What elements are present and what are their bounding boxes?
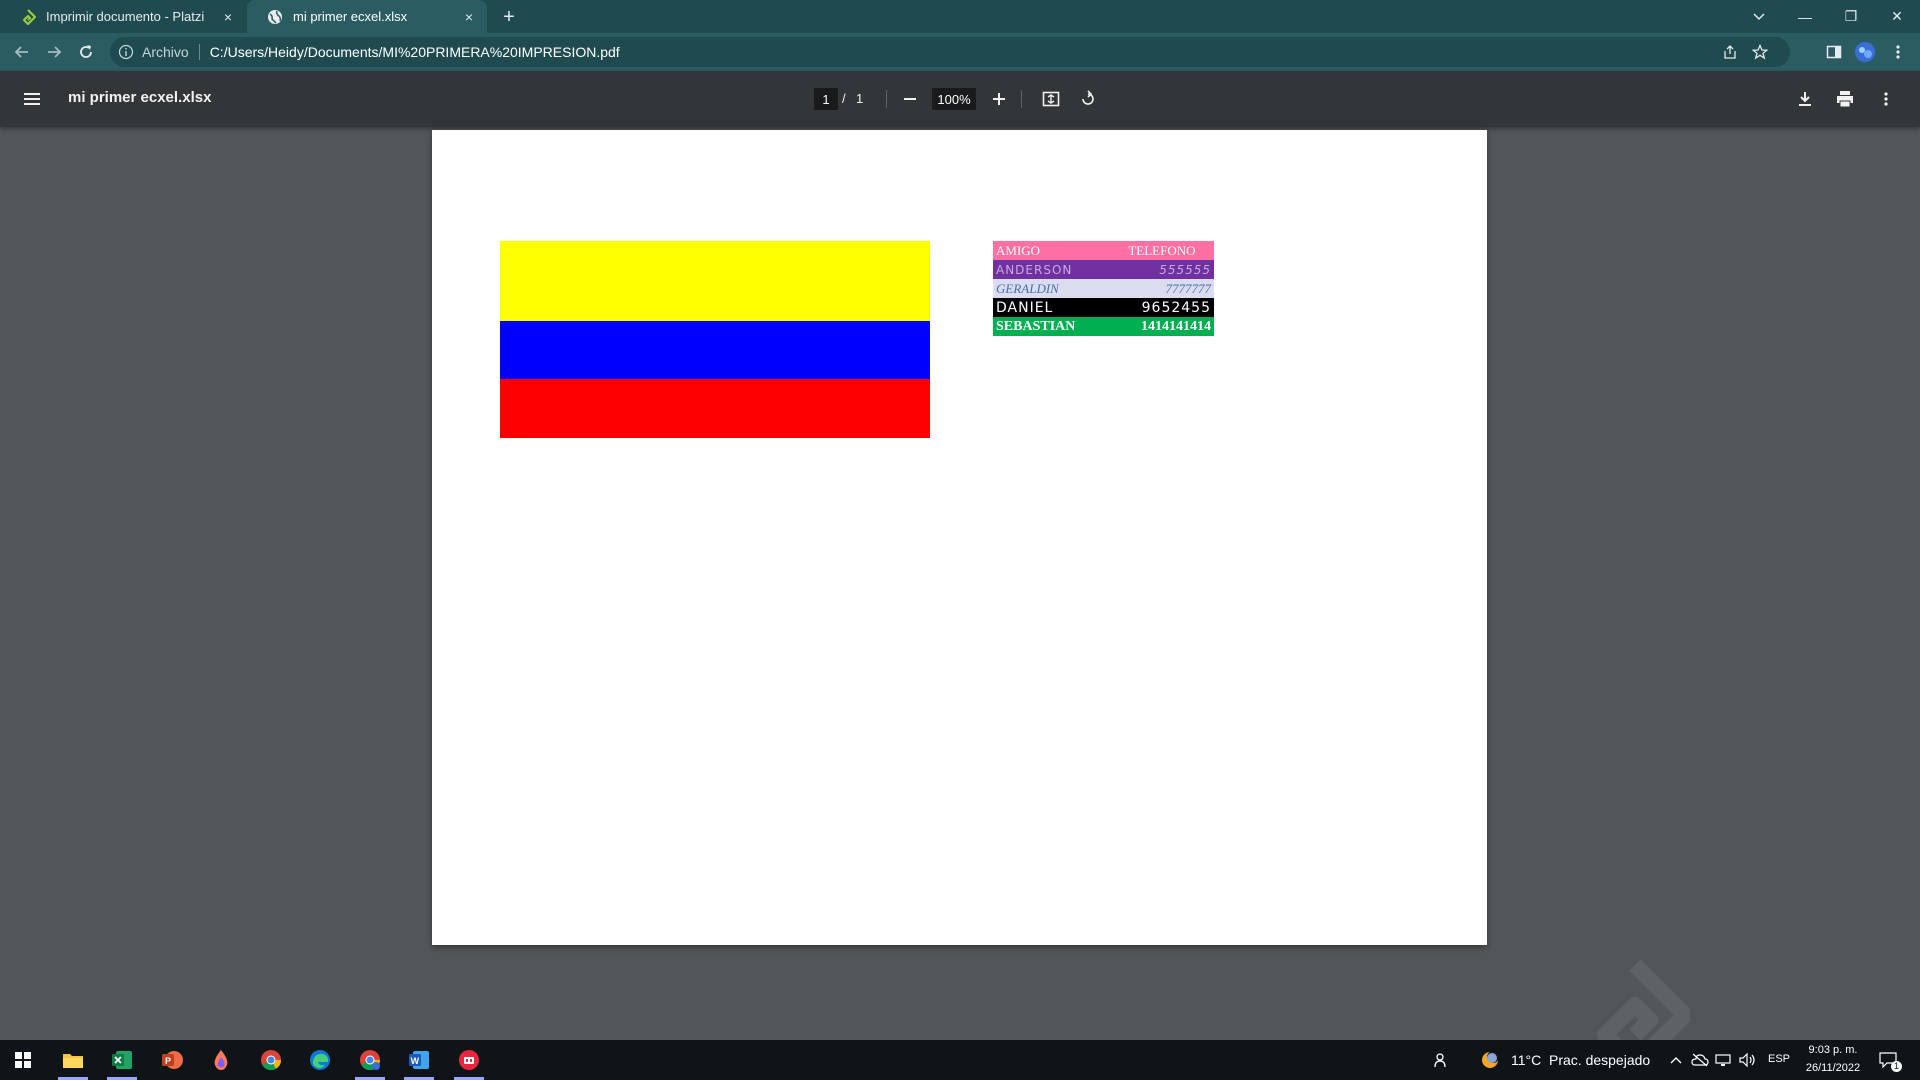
print-icon[interactable] — [1833, 87, 1857, 111]
new-tab-button[interactable]: + — [498, 6, 520, 28]
network-icon[interactable] — [1714, 1050, 1734, 1070]
star-icon[interactable] — [1752, 37, 1768, 67]
back-icon[interactable] — [10, 40, 34, 64]
word-icon[interactable]: W — [396, 1040, 442, 1080]
table-row: GERALDIN 7777777 — [993, 279, 1214, 298]
powerpoint-icon[interactable]: P — [149, 1040, 195, 1080]
file-explorer-icon[interactable] — [50, 1040, 96, 1080]
more-menu-icon[interactable] — [1886, 40, 1910, 64]
page-separator: / — [842, 91, 846, 106]
fit-page-icon[interactable] — [1039, 87, 1063, 111]
svg-text:W: W — [411, 1056, 420, 1066]
tab-pdf[interactable]: mi primer ecxel.xlsx × — [247, 0, 487, 33]
cell-telefono: 9652455 — [1141, 299, 1211, 316]
table-row: ANDERSON 555555 — [993, 260, 1214, 279]
svg-text:P: P — [165, 1056, 171, 1066]
profile-avatar[interactable] — [1853, 40, 1877, 64]
clock-time[interactable]: 9:03 p. m. — [1805, 1044, 1861, 1056]
globe-icon — [268, 9, 282, 24]
chevron-up-icon[interactable] — [1666, 1050, 1686, 1070]
weather-description[interactable]: Prac. despejado — [1549, 1052, 1650, 1068]
paint-drop-icon[interactable] — [198, 1040, 244, 1080]
notification-count-badge: 1 — [1891, 1061, 1902, 1072]
page-number-input[interactable]: 1 — [814, 88, 838, 110]
cell-amigo: SEBASTIAN — [996, 318, 1076, 334]
document-title: mi primer ecxel.xlsx — [68, 89, 212, 106]
share-icon[interactable] — [1722, 37, 1738, 67]
cell-amigo: GERALDIN — [996, 280, 1059, 296]
pdf-page: AMIGO TELEFONO ANDERSON 555555 GERALDIN … — [432, 130, 1487, 945]
toolbar-divider — [1021, 90, 1022, 108]
menu-icon[interactable] — [20, 87, 44, 111]
edge-icon[interactable] — [297, 1040, 343, 1080]
header-telefono: TELEFONO — [1128, 242, 1196, 258]
weather-temperature[interactable]: 11°C — [1511, 1052, 1541, 1068]
table-header-row: AMIGO TELEFONO — [993, 241, 1214, 260]
chrome-profile-icon[interactable] — [347, 1040, 393, 1080]
zoom-in-icon[interactable] — [987, 87, 1011, 111]
address-divider — [198, 44, 200, 60]
volume-icon[interactable] — [1738, 1050, 1758, 1070]
flag-stripe-red — [500, 379, 930, 438]
cell-telefono: 1414141414 — [1141, 318, 1211, 334]
chrome-icon[interactable] — [248, 1040, 294, 1080]
pdf-toolbar: mi primer ecxel.xlsx 1 / 1 100% — [0, 71, 1920, 127]
download-icon[interactable] — [1793, 87, 1817, 111]
people-icon[interactable] — [1432, 1050, 1452, 1070]
tab-search-icon[interactable] — [1736, 0, 1782, 33]
security-chip: Archivo — [142, 44, 189, 60]
close-window-button[interactable]: ✕ — [1874, 0, 1920, 33]
taskbar: P W 11°C Prac. despejado ESP 9:03 p. m. … — [0, 1040, 1920, 1080]
minimize-button[interactable]: — — [1782, 0, 1828, 33]
close-tab-icon[interactable]: × — [461, 9, 477, 25]
language-indicator[interactable]: ESP — [1768, 1053, 1790, 1065]
colombia-flag-image — [500, 241, 930, 438]
tab-strip: Imprimir documento - Platzi × mi primer … — [0, 0, 1920, 33]
cloud-off-icon[interactable] — [1690, 1050, 1710, 1070]
windows-start-icon[interactable] — [0, 1040, 46, 1080]
rotate-icon[interactable] — [1076, 87, 1100, 111]
tab-platzi[interactable]: Imprimir documento - Platzi × — [0, 0, 246, 33]
toolbar-divider — [886, 90, 887, 108]
weather-icon[interactable] — [1480, 1050, 1500, 1070]
address-bar[interactable]: Archivo C:/Users/Heidy/Documents/MI%20PR… — [110, 37, 1790, 67]
flag-stripe-blue — [500, 321, 930, 379]
more-options-icon[interactable] — [1874, 87, 1898, 111]
contacts-table: AMIGO TELEFONO ANDERSON 555555 GERALDIN … — [993, 241, 1214, 336]
flag-stripe-yellow — [500, 241, 930, 321]
cell-telefono: 7777777 — [1165, 280, 1212, 296]
reload-icon[interactable] — [74, 40, 98, 64]
browser-toolbar: Archivo C:/Users/Heidy/Documents/MI%20PR… — [0, 33, 1920, 71]
excel-icon[interactable] — [99, 1040, 145, 1080]
table-row: DANIEL 9652455 — [993, 298, 1214, 317]
restore-button[interactable]: ❐ — [1828, 0, 1874, 33]
table-row: SEBASTIAN 1414141414 — [993, 317, 1214, 336]
side-panel-icon[interactable] — [1822, 40, 1846, 64]
tab-title: Imprimir documento - Platzi — [46, 9, 205, 24]
url-text[interactable]: C:/Users/Heidy/Documents/MI%20PRIMERA%20… — [210, 44, 620, 60]
close-tab-icon[interactable]: × — [220, 9, 236, 25]
forward-icon[interactable] — [42, 40, 66, 64]
platzi-icon — [22, 8, 36, 25]
tab-title: mi primer ecxel.xlsx — [293, 9, 408, 24]
cell-amigo: ANDERSON — [996, 262, 1073, 277]
zoom-out-icon[interactable] — [898, 87, 922, 111]
page-total: 1 — [856, 91, 864, 106]
info-icon[interactable] — [118, 44, 134, 60]
clock-date[interactable]: 26/11/2022 — [1801, 1062, 1865, 1074]
cell-amigo: DANIEL — [996, 299, 1054, 316]
header-amigo: AMIGO — [996, 242, 1041, 258]
cell-telefono: 555555 — [1159, 262, 1211, 277]
zoom-input[interactable]: 100% — [932, 88, 976, 110]
red-app-icon[interactable] — [446, 1040, 492, 1080]
